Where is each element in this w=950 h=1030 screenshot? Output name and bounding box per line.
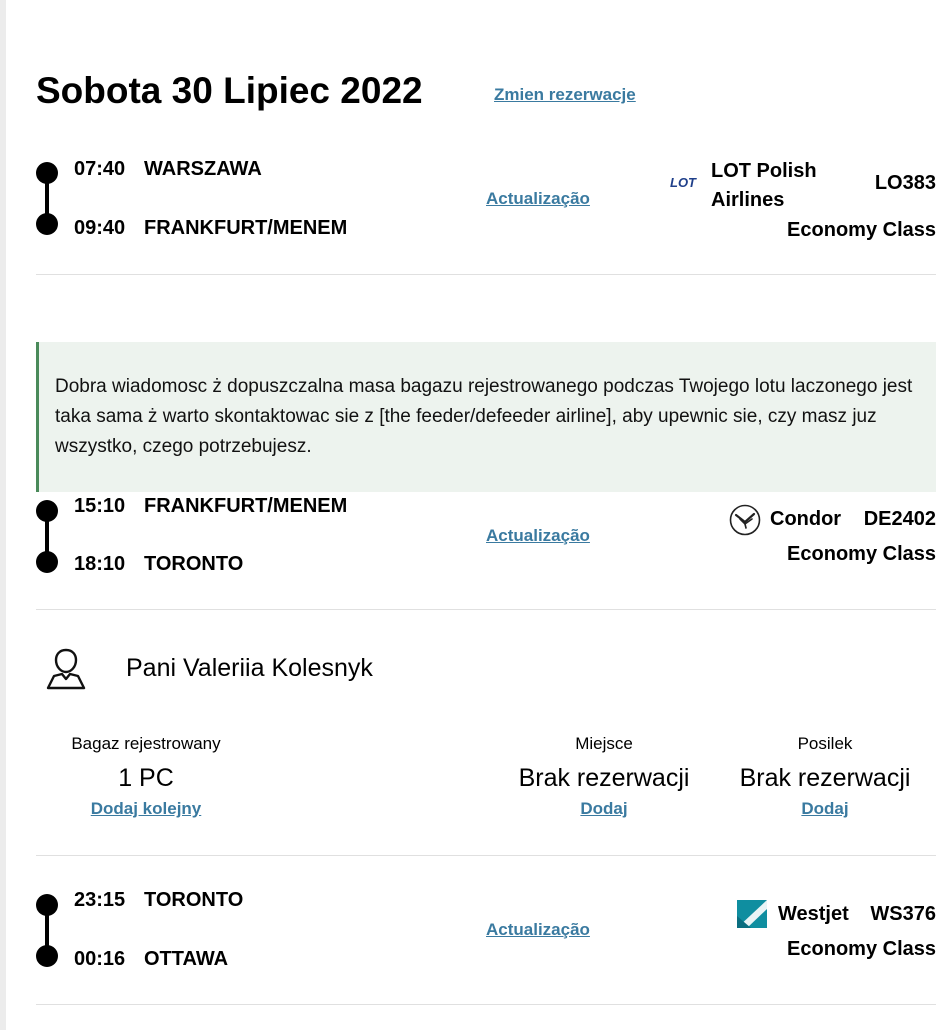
person-icon bbox=[42, 646, 90, 697]
arrival-time: 09:40 bbox=[74, 217, 126, 239]
arrival-city: OTTAWA bbox=[144, 948, 229, 970]
cabin-class: Economy Class bbox=[787, 938, 936, 960]
add-meal-link[interactable]: Dodaj bbox=[801, 799, 848, 818]
divider bbox=[36, 609, 936, 610]
arrival-row: 18:10 TORONTO bbox=[74, 553, 243, 576]
divider bbox=[36, 855, 936, 856]
arrival-city: TORONTO bbox=[144, 553, 244, 575]
meal-value: Brak rezerwacji bbox=[739, 764, 911, 792]
condor-logo-icon bbox=[729, 504, 761, 541]
departure-row: 15:10 FRANKFURT/MENEM bbox=[74, 495, 347, 518]
arrival-row: 00:16 OTTAWA bbox=[74, 948, 228, 971]
baggage-info-message: Dobra wiadomosc ż dopuszczalna masa baga… bbox=[36, 342, 936, 492]
departure-time: 07:40 bbox=[74, 158, 126, 180]
page-title: Sobota 30 Lipiec 2022 bbox=[36, 70, 423, 111]
departure-city: TORONTO bbox=[144, 889, 244, 911]
departure-row: 23:15 TORONTO bbox=[74, 889, 243, 912]
page-left-border bbox=[0, 0, 6, 1030]
airline-name: Condor bbox=[770, 508, 842, 530]
seat-value: Brak rezerwacji bbox=[518, 764, 690, 792]
arrival-row: 09:40 FRANKFURT/MENEM bbox=[74, 217, 347, 240]
airline-name: LOT Polish Airlines bbox=[711, 160, 817, 211]
lot-logo-icon: LOT bbox=[668, 175, 702, 194]
divider bbox=[36, 1004, 936, 1005]
svg-text:LOT: LOT bbox=[670, 175, 697, 189]
arrival-dot bbox=[36, 213, 58, 235]
arrival-time: 00:16 bbox=[74, 948, 126, 970]
baggage-label: Bagaz rejestrowany bbox=[71, 734, 221, 753]
arrival-dot bbox=[36, 551, 58, 573]
baggage-cell: Bagaz rejestrowany 1 PC Dodaj kolejny bbox=[46, 734, 246, 819]
westjet-logo-icon bbox=[737, 900, 767, 933]
arrival-dot bbox=[36, 945, 58, 967]
update-flight-link[interactable]: Actualização bbox=[486, 526, 590, 546]
meal-cell: Posilek Brak rezerwacji Dodaj bbox=[715, 734, 935, 819]
airline-name: Westjet bbox=[778, 903, 849, 925]
departure-row: 07:40 WARSZAWA bbox=[74, 158, 262, 181]
passenger-name: Pani Valeriia Kolesnyk bbox=[126, 654, 373, 682]
baggage-value: 1 PC bbox=[118, 764, 174, 792]
departure-time: 23:15 bbox=[74, 889, 126, 911]
divider bbox=[36, 274, 936, 275]
arrival-time: 18:10 bbox=[74, 553, 126, 575]
seat-label: Miejsce bbox=[575, 734, 633, 753]
cabin-class: Economy Class bbox=[787, 543, 936, 565]
change-booking-link[interactable]: Zmien rezerwacje bbox=[494, 85, 636, 105]
flight-number: DE2402 bbox=[863, 508, 936, 530]
arrival-city: FRANKFURT/MENEM bbox=[144, 217, 348, 239]
add-baggage-link[interactable]: Dodaj kolejny bbox=[91, 799, 202, 818]
cabin-class: Economy Class bbox=[787, 219, 936, 241]
update-flight-link[interactable]: Actualização bbox=[486, 920, 590, 940]
meal-label: Posilek bbox=[797, 734, 853, 753]
update-flight-link[interactable]: Actualização bbox=[486, 189, 590, 209]
departure-time: 15:10 bbox=[74, 495, 126, 517]
add-seat-link[interactable]: Dodaj bbox=[580, 799, 627, 818]
departure-city: FRANKFURT/MENEM bbox=[144, 495, 348, 517]
flight-number: LO383 bbox=[874, 172, 936, 194]
departure-city: WARSZAWA bbox=[144, 158, 262, 180]
flight-number: WS376 bbox=[870, 903, 936, 925]
seat-cell: Miejsce Brak rezerwacji Dodaj bbox=[494, 734, 714, 819]
